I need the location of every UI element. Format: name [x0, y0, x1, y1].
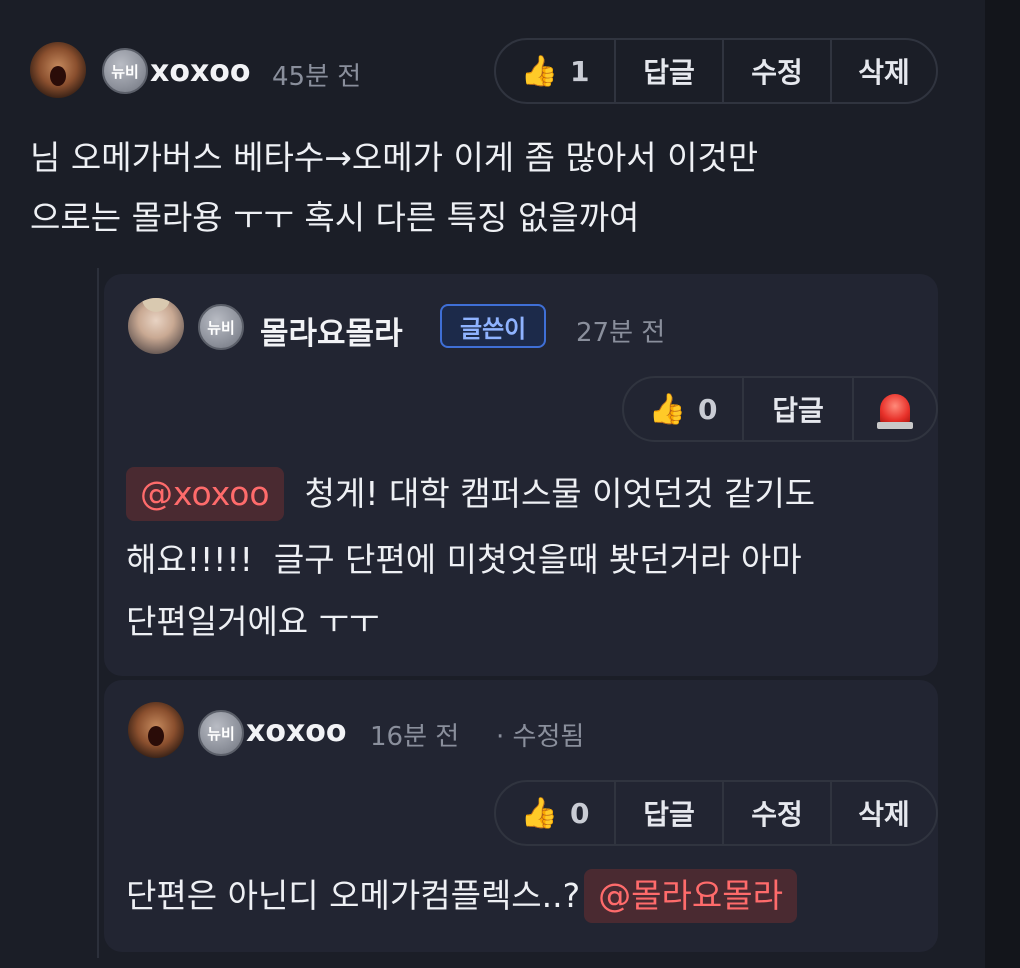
like-count: 0: [697, 392, 718, 426]
reply-time: 16분 전: [370, 722, 460, 752]
siren-icon: [877, 394, 913, 429]
scroll-edge: [985, 0, 1020, 968]
avatar[interactable]: [128, 702, 184, 758]
like-button[interactable]: 👍 0: [624, 378, 744, 440]
reply-text-line: 해요!!!!! 글구 단편에 미쳣엇을때 봣던거라 아마: [126, 540, 802, 579]
edit-button[interactable]: 수정: [724, 782, 832, 844]
like-button[interactable]: 👍 0: [496, 782, 616, 844]
thumbs-up-icon: 👍: [520, 795, 558, 831]
comment-text-line: 으로는 몰라용 ㅜㅜ 혹시 다른 특징 없을까여: [30, 198, 640, 237]
reply-actions: 👍 0 답글 수정 삭제: [494, 780, 938, 846]
avatar[interactable]: [30, 42, 86, 98]
thumbs-up-icon: 👍: [648, 391, 686, 427]
reply-button[interactable]: 답글: [616, 40, 724, 102]
thumbs-up-icon: 👍: [520, 53, 558, 89]
edit-button[interactable]: 수정: [724, 40, 832, 102]
username[interactable]: 몰라요몰라: [260, 308, 403, 353]
reply-text: 청게! 대학 캠퍼스물 이엇던것 같기도: [304, 474, 816, 513]
mention-tag[interactable]: @몰라요몰라: [584, 869, 797, 923]
reply-card: 뉴비 몰라요몰라 글쓴이 27분 전 👍 0 답글 @xoxoo 청게! 대학 …: [104, 274, 938, 676]
report-button[interactable]: [854, 378, 936, 440]
reply-text: 단편은 아닌디 오메가컴플렉스..?: [126, 876, 581, 915]
reply-time: 27분 전: [576, 318, 666, 348]
like-count: 0: [569, 796, 590, 830]
newbie-badge: 뉴비: [198, 304, 244, 350]
reply-button[interactable]: 답글: [744, 378, 854, 440]
comment-text-line: 님 오메가버스 베타수→오메가 이게 좀 많아서 이것만: [30, 138, 759, 177]
comment-actions: 👍 1 답글 수정 삭제: [494, 38, 938, 104]
avatar[interactable]: [128, 298, 184, 354]
delete-button[interactable]: 삭제: [832, 782, 936, 844]
thread-line: [97, 268, 99, 958]
reply-text-line: 단편은 아닌디 오메가컴플렉스..? @몰라요몰라: [126, 866, 797, 926]
edited-label: · 수정됨: [496, 722, 585, 752]
username[interactable]: xoxoo: [246, 714, 347, 749]
like-button[interactable]: 👍 1: [496, 40, 616, 102]
delete-button[interactable]: 삭제: [832, 40, 936, 102]
username[interactable]: xoxoo: [150, 54, 251, 89]
newbie-badge: 뉴비: [102, 48, 148, 94]
reply-button[interactable]: 답글: [616, 782, 724, 844]
reply-card: 뉴비 xoxoo 16분 전 · 수정됨 👍 0 답글 수정 삭제 단편은 아닌…: [104, 680, 938, 952]
author-tag: 글쓴이: [440, 304, 547, 348]
reply-actions: 👍 0 답글: [622, 376, 938, 442]
reply-text-line: @xoxoo 청게! 대학 캠퍼스물 이엇던것 같기도: [126, 464, 815, 524]
comment-time: 45분 전: [272, 62, 362, 92]
mention-tag[interactable]: @xoxoo: [126, 467, 284, 521]
reply-text-line: 단편일거에요 ㅜㅜ: [126, 602, 380, 641]
like-count: 1: [569, 54, 590, 88]
newbie-badge: 뉴비: [198, 710, 244, 756]
